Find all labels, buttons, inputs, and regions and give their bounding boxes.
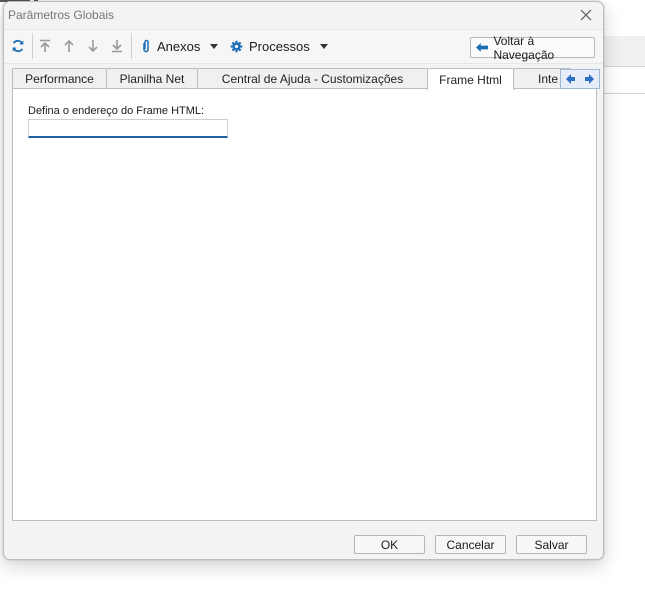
background-toolbar [600,36,645,67]
ok-label: OK [380,537,399,552]
tab-label: Inte [538,71,559,86]
toolbar: Anexos Processos Voltar à Navegação [4,29,603,64]
refresh-icon [12,39,24,53]
save-label: Salvar [534,537,569,552]
chevron-down-icon [210,43,219,49]
frame-html-panel: Defina o endereço do Frame HTML: [12,88,597,521]
arrow-to-top-icon [40,39,50,52]
tab-label: Performance [25,71,94,86]
tab-scroll-right-button[interactable] [580,70,599,88]
move-down-button[interactable] [83,34,103,58]
tab-performance[interactable]: Performance [12,68,107,88]
close-icon [580,9,592,21]
attachments-button[interactable]: Anexos [141,34,221,58]
move-first-button[interactable] [35,34,55,58]
arrow-right-icon [585,74,594,84]
chevron-down-icon [319,43,328,49]
processes-label: Processos [249,38,310,54]
tab-label: Planilha Net [119,71,185,86]
back-to-navigation-label: Voltar à Navegação [493,33,555,62]
move-last-button[interactable] [107,34,127,58]
processes-button[interactable]: Processos [230,34,330,58]
cancel-button[interactable]: Cancelar [435,535,506,554]
tab-scroll-buttons [560,69,600,89]
toolbar-separator [131,33,132,59]
background-divider [600,93,645,94]
tab-central-de-ajuda[interactable]: Central de Ajuda - Customizações [197,68,428,88]
arrow-left-icon [476,43,489,52]
tab-frame-html[interactable]: Frame Html [427,68,514,90]
cancel-label: Cancelar [446,537,495,552]
paperclip-icon [143,39,149,53]
tab-strip: Performance Planilha Net Central de Ajud… [12,68,600,90]
save-button[interactable]: Salvar [516,535,587,554]
frame-html-address-label: Defina o endereço do Frame HTML: [28,105,205,117]
tab-label: Frame Html [439,72,502,87]
arrow-down-icon [88,40,98,53]
attachments-label: Anexos [157,38,201,54]
frame-html-address-input[interactable] [28,119,228,138]
dialog-title: Parâmetros Globais [8,8,115,22]
back-to-navigation-button[interactable]: Voltar à Navegação [470,34,595,62]
gear-icon [230,40,243,52]
title-bar: Parâmetros Globais [4,2,603,29]
global-parameters-dialog: Parâmetros Globais Anexos Processos Volt… [3,1,604,560]
tab-label: Central de Ajuda - Customizações [221,71,404,86]
tab-planilha-net[interactable]: Planilha Net [106,68,198,88]
arrow-to-bottom-icon [112,40,122,53]
toolbar-separator [32,33,33,59]
close-button[interactable] [575,4,597,26]
tab-scroll-left-button[interactable] [561,70,580,88]
refresh-button[interactable] [7,34,29,58]
arrow-left-icon [566,74,575,84]
ok-button[interactable]: OK [354,535,425,554]
arrow-up-icon [64,39,74,52]
move-up-button[interactable] [59,34,79,58]
